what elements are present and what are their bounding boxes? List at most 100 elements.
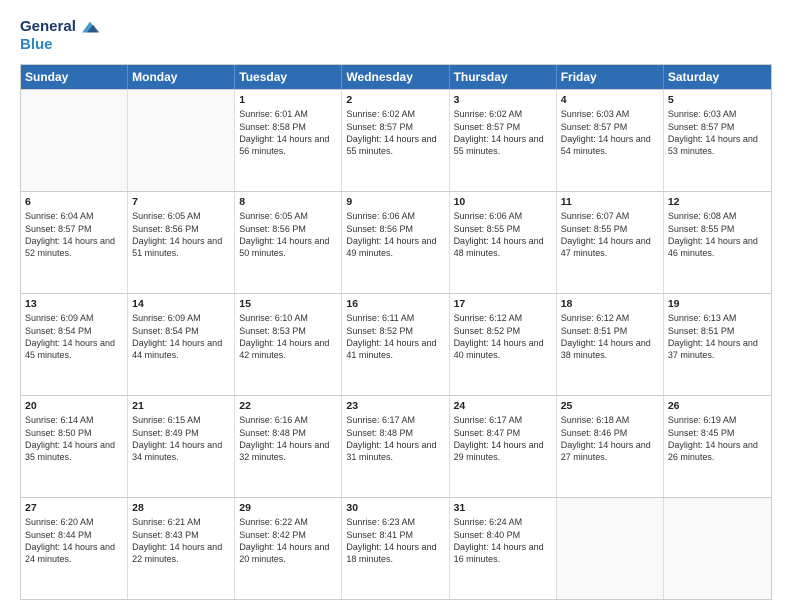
- calendar-week-3: 13Sunrise: 6:09 AMSunset: 8:54 PMDayligh…: [21, 293, 771, 395]
- calendar-cell: 11Sunrise: 6:07 AMSunset: 8:55 PMDayligh…: [557, 192, 664, 293]
- calendar-week-5: 27Sunrise: 6:20 AMSunset: 8:44 PMDayligh…: [21, 497, 771, 599]
- calendar-cell: 30Sunrise: 6:23 AMSunset: 8:41 PMDayligh…: [342, 498, 449, 599]
- day-number: 6: [25, 195, 123, 209]
- cell-details: Sunrise: 6:15 AMSunset: 8:49 PMDaylight:…: [132, 414, 230, 464]
- cell-details: Sunrise: 6:18 AMSunset: 8:46 PMDaylight:…: [561, 414, 659, 464]
- calendar-week-4: 20Sunrise: 6:14 AMSunset: 8:50 PMDayligh…: [21, 395, 771, 497]
- day-number: 18: [561, 297, 659, 311]
- calendar-cell: [557, 498, 664, 599]
- cell-details: Sunrise: 6:05 AMSunset: 8:56 PMDaylight:…: [132, 210, 230, 260]
- day-number: 10: [454, 195, 552, 209]
- cell-details: Sunrise: 6:02 AMSunset: 8:57 PMDaylight:…: [346, 108, 444, 158]
- header-day-monday: Monday: [128, 65, 235, 89]
- day-number: 2: [346, 93, 444, 107]
- calendar-cell: 25Sunrise: 6:18 AMSunset: 8:46 PMDayligh…: [557, 396, 664, 497]
- day-number: 19: [668, 297, 767, 311]
- calendar-cell: 28Sunrise: 6:21 AMSunset: 8:43 PMDayligh…: [128, 498, 235, 599]
- calendar-cell: 21Sunrise: 6:15 AMSunset: 8:49 PMDayligh…: [128, 396, 235, 497]
- cell-details: Sunrise: 6:06 AMSunset: 8:56 PMDaylight:…: [346, 210, 444, 260]
- calendar-cell: 9Sunrise: 6:06 AMSunset: 8:56 PMDaylight…: [342, 192, 449, 293]
- cell-details: Sunrise: 6:11 AMSunset: 8:52 PMDaylight:…: [346, 312, 444, 362]
- cell-details: Sunrise: 6:03 AMSunset: 8:57 PMDaylight:…: [668, 108, 767, 158]
- day-number: 7: [132, 195, 230, 209]
- cell-details: Sunrise: 6:09 AMSunset: 8:54 PMDaylight:…: [132, 312, 230, 362]
- logo-text-blue: Blue: [20, 36, 101, 54]
- calendar-cell: 15Sunrise: 6:10 AMSunset: 8:53 PMDayligh…: [235, 294, 342, 395]
- day-number: 30: [346, 501, 444, 515]
- calendar-cell: 26Sunrise: 6:19 AMSunset: 8:45 PMDayligh…: [664, 396, 771, 497]
- day-number: 31: [454, 501, 552, 515]
- day-number: 3: [454, 93, 552, 107]
- calendar-cell: [21, 90, 128, 191]
- day-number: 1: [239, 93, 337, 107]
- cell-details: Sunrise: 6:22 AMSunset: 8:42 PMDaylight:…: [239, 516, 337, 566]
- logo: General Blue: [20, 16, 101, 54]
- day-number: 25: [561, 399, 659, 413]
- calendar-cell: 7Sunrise: 6:05 AMSunset: 8:56 PMDaylight…: [128, 192, 235, 293]
- calendar-cell: 2Sunrise: 6:02 AMSunset: 8:57 PMDaylight…: [342, 90, 449, 191]
- calendar-header: SundayMondayTuesdayWednesdayThursdayFrid…: [21, 65, 771, 89]
- calendar-cell: 31Sunrise: 6:24 AMSunset: 8:40 PMDayligh…: [450, 498, 557, 599]
- calendar-cell: 8Sunrise: 6:05 AMSunset: 8:56 PMDaylight…: [235, 192, 342, 293]
- cell-details: Sunrise: 6:17 AMSunset: 8:47 PMDaylight:…: [454, 414, 552, 464]
- day-number: 11: [561, 195, 659, 209]
- calendar-cell: 6Sunrise: 6:04 AMSunset: 8:57 PMDaylight…: [21, 192, 128, 293]
- day-number: 24: [454, 399, 552, 413]
- day-number: 21: [132, 399, 230, 413]
- cell-details: Sunrise: 6:04 AMSunset: 8:57 PMDaylight:…: [25, 210, 123, 260]
- day-number: 8: [239, 195, 337, 209]
- day-number: 14: [132, 297, 230, 311]
- calendar-week-1: 1Sunrise: 6:01 AMSunset: 8:58 PMDaylight…: [21, 89, 771, 191]
- cell-details: Sunrise: 6:14 AMSunset: 8:50 PMDaylight:…: [25, 414, 123, 464]
- cell-details: Sunrise: 6:03 AMSunset: 8:57 PMDaylight:…: [561, 108, 659, 158]
- day-number: 9: [346, 195, 444, 209]
- calendar-cell: 23Sunrise: 6:17 AMSunset: 8:48 PMDayligh…: [342, 396, 449, 497]
- cell-details: Sunrise: 6:24 AMSunset: 8:40 PMDaylight:…: [454, 516, 552, 566]
- cell-details: Sunrise: 6:17 AMSunset: 8:48 PMDaylight:…: [346, 414, 444, 464]
- header-day-tuesday: Tuesday: [235, 65, 342, 89]
- calendar-cell: [664, 498, 771, 599]
- calendar-cell: 17Sunrise: 6:12 AMSunset: 8:52 PMDayligh…: [450, 294, 557, 395]
- cell-details: Sunrise: 6:05 AMSunset: 8:56 PMDaylight:…: [239, 210, 337, 260]
- header-day-friday: Friday: [557, 65, 664, 89]
- day-number: 20: [25, 399, 123, 413]
- cell-details: Sunrise: 6:01 AMSunset: 8:58 PMDaylight:…: [239, 108, 337, 158]
- cell-details: Sunrise: 6:23 AMSunset: 8:41 PMDaylight:…: [346, 516, 444, 566]
- calendar-cell: 12Sunrise: 6:08 AMSunset: 8:55 PMDayligh…: [664, 192, 771, 293]
- day-number: 29: [239, 501, 337, 515]
- day-number: 28: [132, 501, 230, 515]
- calendar-cell: 10Sunrise: 6:06 AMSunset: 8:55 PMDayligh…: [450, 192, 557, 293]
- calendar-cell: 3Sunrise: 6:02 AMSunset: 8:57 PMDaylight…: [450, 90, 557, 191]
- calendar-body: 1Sunrise: 6:01 AMSunset: 8:58 PMDaylight…: [21, 89, 771, 599]
- calendar-cell: 19Sunrise: 6:13 AMSunset: 8:51 PMDayligh…: [664, 294, 771, 395]
- logo-text-general: General: [20, 18, 76, 36]
- calendar-cell: 1Sunrise: 6:01 AMSunset: 8:58 PMDaylight…: [235, 90, 342, 191]
- day-number: 13: [25, 297, 123, 311]
- calendar-cell: 5Sunrise: 6:03 AMSunset: 8:57 PMDaylight…: [664, 90, 771, 191]
- cell-details: Sunrise: 6:09 AMSunset: 8:54 PMDaylight:…: [25, 312, 123, 362]
- cell-details: Sunrise: 6:13 AMSunset: 8:51 PMDaylight:…: [668, 312, 767, 362]
- cell-details: Sunrise: 6:08 AMSunset: 8:55 PMDaylight:…: [668, 210, 767, 260]
- day-number: 27: [25, 501, 123, 515]
- calendar-cell: 13Sunrise: 6:09 AMSunset: 8:54 PMDayligh…: [21, 294, 128, 395]
- day-number: 22: [239, 399, 337, 413]
- cell-details: Sunrise: 6:21 AMSunset: 8:43 PMDaylight:…: [132, 516, 230, 566]
- calendar: SundayMondayTuesdayWednesdayThursdayFrid…: [20, 64, 772, 600]
- day-number: 16: [346, 297, 444, 311]
- day-number: 17: [454, 297, 552, 311]
- day-number: 5: [668, 93, 767, 107]
- day-number: 26: [668, 399, 767, 413]
- header-day-wednesday: Wednesday: [342, 65, 449, 89]
- cell-details: Sunrise: 6:06 AMSunset: 8:55 PMDaylight:…: [454, 210, 552, 260]
- calendar-cell: 24Sunrise: 6:17 AMSunset: 8:47 PMDayligh…: [450, 396, 557, 497]
- calendar-cell: 4Sunrise: 6:03 AMSunset: 8:57 PMDaylight…: [557, 90, 664, 191]
- cell-details: Sunrise: 6:02 AMSunset: 8:57 PMDaylight:…: [454, 108, 552, 158]
- day-number: 4: [561, 93, 659, 107]
- calendar-cell: 27Sunrise: 6:20 AMSunset: 8:44 PMDayligh…: [21, 498, 128, 599]
- header-day-sunday: Sunday: [21, 65, 128, 89]
- calendar-week-2: 6Sunrise: 6:04 AMSunset: 8:57 PMDaylight…: [21, 191, 771, 293]
- header-day-saturday: Saturday: [664, 65, 771, 89]
- calendar-cell: 29Sunrise: 6:22 AMSunset: 8:42 PMDayligh…: [235, 498, 342, 599]
- cell-details: Sunrise: 6:12 AMSunset: 8:51 PMDaylight:…: [561, 312, 659, 362]
- cell-details: Sunrise: 6:19 AMSunset: 8:45 PMDaylight:…: [668, 414, 767, 464]
